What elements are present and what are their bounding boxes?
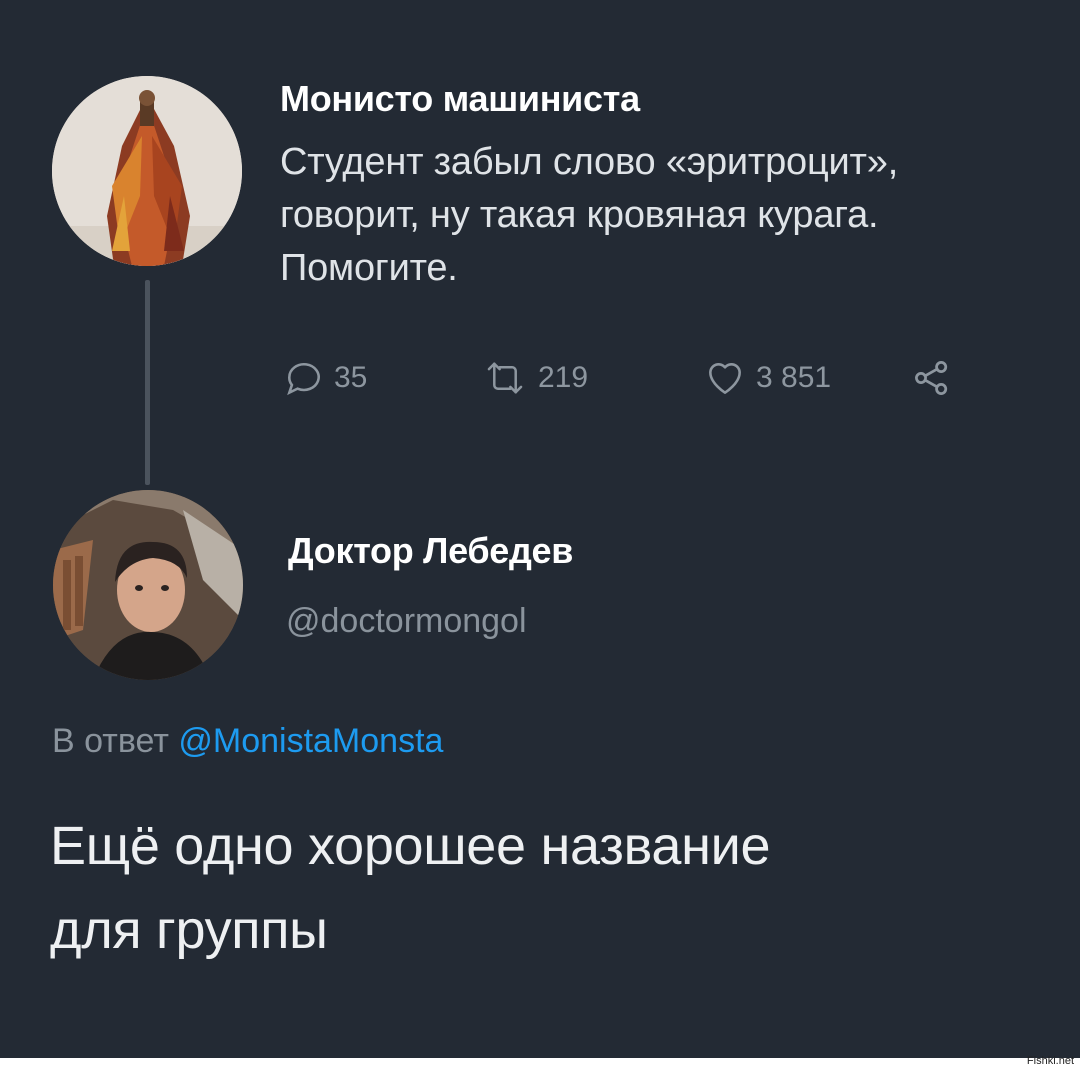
in-reply-prefix: В ответ bbox=[52, 722, 169, 760]
avatar[interactable] bbox=[53, 490, 243, 680]
like-button[interactable]: 3 851 bbox=[702, 352, 831, 404]
share-icon bbox=[910, 356, 954, 400]
watermark: Fishki.net bbox=[1026, 1055, 1074, 1067]
reply-text: Ещё одно хорошее название для группы bbox=[50, 804, 1050, 972]
author-handle[interactable]: @doctormongol bbox=[286, 602, 527, 641]
reply-text-line: Ещё одно хорошее название bbox=[50, 816, 771, 876]
avatar[interactable] bbox=[52, 76, 242, 266]
reply-icon bbox=[282, 356, 326, 400]
mention-link[interactable]: @MonistaMonsta bbox=[178, 722, 443, 760]
retweet-button[interactable]: 219 bbox=[480, 352, 588, 404]
reply-count: 35 bbox=[334, 361, 368, 394]
author-name[interactable]: Монисто машиниста bbox=[280, 78, 640, 120]
author-name[interactable]: Доктор Лебедев bbox=[288, 530, 573, 572]
share-button[interactable] bbox=[910, 352, 954, 404]
tweet-text: Студент забыл слово «эритроцит», говорит… bbox=[280, 136, 1060, 295]
avatar-man-photo bbox=[53, 490, 243, 680]
retweet-count: 219 bbox=[538, 361, 589, 394]
tweet-thread-screen: Монисто машиниста Студент забыл слово «э… bbox=[0, 0, 1080, 1058]
thread-connector-line bbox=[145, 280, 150, 485]
heart-icon bbox=[702, 356, 748, 400]
avatar-doll-image bbox=[52, 76, 242, 266]
retweet-icon bbox=[480, 356, 530, 400]
in-reply-to: В ответ @MonistaMonsta bbox=[52, 722, 443, 761]
tweet-actions: 35 219 3 851 bbox=[282, 352, 1002, 404]
tweet-text-line: Помогите. bbox=[280, 247, 458, 289]
reply-button[interactable]: 35 bbox=[282, 352, 367, 404]
reply-text-line: для группы bbox=[50, 900, 328, 960]
tweet-text-line: говорит, ну такая кровяная курага. bbox=[280, 194, 879, 236]
like-count: 3 851 bbox=[756, 361, 832, 394]
tweet-text-line: Студент забыл слово «эритроцит», bbox=[280, 141, 899, 183]
